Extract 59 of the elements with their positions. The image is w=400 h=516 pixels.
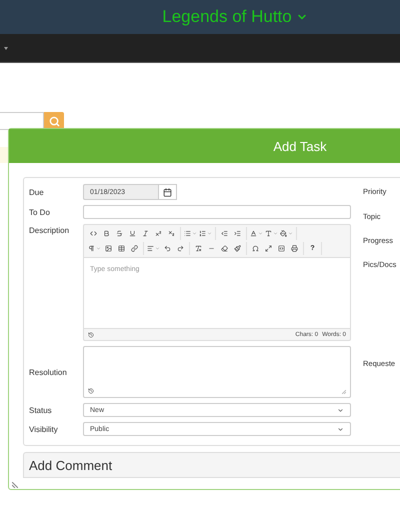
link-button[interactable]: [128, 242, 141, 255]
alert-strip: [0, 147, 8, 163]
link-icon: [131, 245, 138, 252]
table-icon: [118, 245, 125, 252]
numbered-list-icon: [199, 230, 206, 237]
chevron-down-icon: [337, 426, 344, 432]
caret-icon: [155, 246, 160, 251]
italic-icon: [142, 230, 149, 237]
eraser-icon: [221, 245, 228, 252]
chevron-down-icon: [337, 406, 344, 414]
print-icon: [291, 245, 298, 252]
resize-grip-icon: [342, 390, 346, 394]
caret-icon: [258, 231, 263, 236]
modal-title: Add Task: [9, 129, 400, 163]
code-view-icon: [278, 245, 285, 252]
subscript-icon: [168, 230, 175, 237]
font-color-icon: [250, 230, 257, 237]
omega-icon: [252, 245, 259, 252]
undo-icon: [164, 245, 171, 252]
caret-icon: [288, 231, 293, 236]
textarea-field[interactable]: [83, 346, 351, 398]
field-label: Visibility: [29, 424, 59, 434]
field-label: Status: [29, 406, 53, 414]
redo-icon: [177, 245, 184, 252]
field-label: Resolution: [29, 368, 68, 376]
underline-icon: [129, 230, 136, 237]
calendar-button[interactable]: [159, 184, 177, 200]
history-icon: [88, 388, 94, 394]
search-field[interactable]: [0, 112, 44, 130]
outdent-icon: [221, 230, 228, 237]
resize-grip-icon: [12, 482, 18, 488]
caret-icon: [273, 231, 278, 236]
site-title[interactable]: Legends of Hutto: [162, 7, 308, 27]
bold-icon: [103, 230, 110, 237]
align-icon: [147, 245, 154, 252]
fullscreen-icon: [265, 245, 272, 252]
code-icon: [90, 230, 97, 237]
field-label: To Do: [29, 208, 51, 216]
field-label: Due: [29, 188, 45, 196]
caret-icon: [96, 246, 101, 251]
indent-icon: [234, 230, 241, 237]
image-icon: [105, 245, 112, 252]
superscript-icon: [155, 230, 162, 237]
comment-panel-title: Add Comment: [23, 452, 400, 478]
history-icon: [88, 332, 94, 338]
calendar-icon: [163, 188, 172, 196]
format-painter-icon: [234, 245, 241, 252]
input-field[interactable]: [83, 205, 351, 219]
caret-icon: [4, 46, 8, 50]
caret-icon: [192, 231, 197, 236]
paragraph-icon: [88, 245, 95, 252]
paint-bucket-icon: [280, 230, 287, 237]
font-size-icon: [265, 230, 272, 237]
horizontal-rule-icon: [208, 245, 215, 252]
clear-format-icon: [195, 245, 202, 252]
field-label: Description: [29, 225, 70, 235]
bullet-list-icon: [184, 230, 191, 237]
caret-icon: [207, 231, 212, 236]
strikethrough-icon: [116, 230, 123, 237]
